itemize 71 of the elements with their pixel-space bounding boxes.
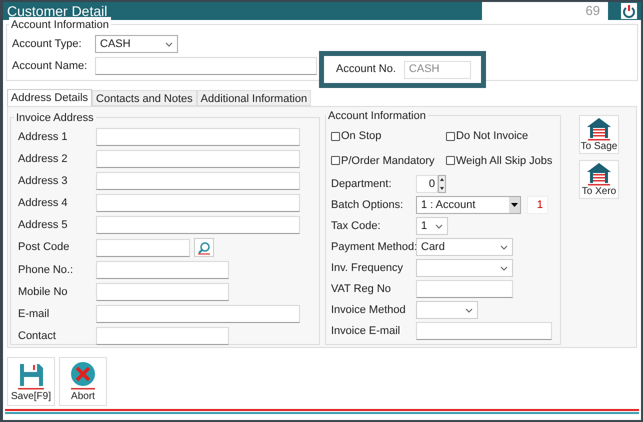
field-label: Tax Code: <box>331 218 382 234</box>
garage-icon <box>586 117 612 141</box>
field-label: E-mail <box>18 306 50 322</box>
text-field[interactable] <box>96 327 229 345</box>
checkbox-label: P/Order Mandatory <box>341 154 435 168</box>
field-label: Phone No.: <box>18 262 74 278</box>
chevron-icon <box>500 244 508 250</box>
text-field[interactable] <box>416 280 513 298</box>
text-field[interactable] <box>96 305 300 323</box>
chevron-icon <box>465 308 473 312</box>
field-label: Department: <box>331 176 393 192</box>
field-label: Mobile No <box>18 284 69 300</box>
checkbox[interactable] <box>331 156 340 166</box>
text-field[interactable] <box>96 128 300 146</box>
tab[interactable]: Additional Information <box>196 90 312 106</box>
text-field[interactable] <box>96 216 300 234</box>
field-label: Address 1 <box>18 130 69 145</box>
dropdown[interactable]: 1 <box>416 217 448 235</box>
field-label: Account No. <box>336 62 396 78</box>
checkbox-label: Do Not Invoice <box>456 129 528 144</box>
field-label: Invoice E-mail <box>331 324 402 339</box>
tab[interactable]: Address Details <box>7 89 92 106</box>
field-label: Batch Options: <box>331 198 404 213</box>
field-label: Payment Method: <box>331 240 416 255</box>
garage-icon <box>586 162 612 186</box>
export-button[interactable]: To Sage <box>579 115 619 154</box>
checkbox-label: Weigh All Skip Jobs <box>456 154 552 168</box>
checkbox-label: On Stop <box>341 129 382 144</box>
checkbox[interactable] <box>446 132 455 141</box>
field-label: Post Code <box>18 240 70 256</box>
record-counter: 69 <box>482 2 608 20</box>
dropdown-arrow-icon <box>511 203 518 207</box>
window-title: Customer Detail <box>6 2 108 20</box>
dropdown[interactable]: Card <box>416 238 513 256</box>
text-field[interactable] <box>95 57 317 75</box>
spinner-arrows[interactable] <box>438 175 446 193</box>
field-label: Address 2 <box>18 152 69 167</box>
field-label: VAT Reg No <box>331 282 392 297</box>
dropdown[interactable] <box>416 301 478 319</box>
text-field[interactable] <box>96 172 300 190</box>
batch-number: 1 <box>527 196 548 214</box>
text-field[interactable] <box>96 238 190 256</box>
chevron-icon <box>500 266 508 270</box>
cancel-icon <box>68 360 98 390</box>
field-label: Inv. Frequency <box>331 260 404 276</box>
field-label: Account Type: <box>12 36 83 52</box>
checkbox[interactable] <box>446 156 455 166</box>
field-label: Contact <box>18 328 57 344</box>
chevron-icon <box>165 42 173 46</box>
search-button[interactable] <box>194 238 214 257</box>
text-field[interactable] <box>96 261 229 279</box>
power-button[interactable] <box>620 2 638 20</box>
toolbar-button[interactable]: Abort <box>59 357 107 406</box>
dropdown[interactable] <box>416 259 513 277</box>
chevron-icon <box>435 224 443 228</box>
text-field[interactable] <box>96 283 229 301</box>
text-field[interactable] <box>416 322 552 340</box>
checkbox[interactable] <box>331 132 340 141</box>
account-type-dropdown[interactable]: CASH <box>95 35 178 53</box>
batch-dropdown[interactable]: 1 : Account <box>416 196 521 214</box>
toolbar-button[interactable]: Save[F9] <box>7 357 55 406</box>
export-button[interactable]: To Xero <box>579 160 619 199</box>
tab[interactable]: Contacts and Notes <box>92 90 197 106</box>
text-field[interactable] <box>96 150 300 168</box>
field-label: Address 5 <box>18 218 69 233</box>
field-label: Address 4 <box>18 196 69 211</box>
text-field[interactable] <box>96 194 300 212</box>
number-field[interactable]: 0 <box>416 175 438 193</box>
field-label: Account Name: <box>12 58 88 74</box>
field-label: Address 3 <box>18 174 69 189</box>
field-label: Invoice Method <box>331 302 407 318</box>
